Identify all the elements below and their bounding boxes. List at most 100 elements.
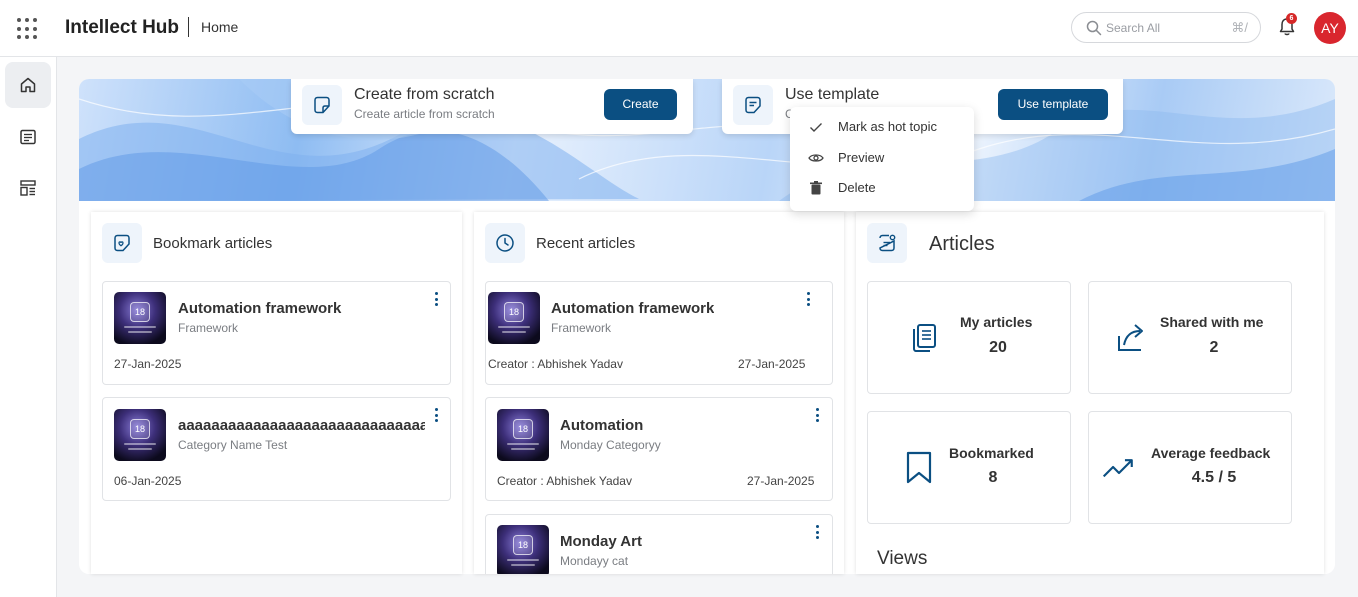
app-title: Intellect Hub	[65, 17, 180, 38]
create-from-scratch-card: Create from scratch Create article from …	[291, 79, 693, 134]
articles-panel-title: Articles	[929, 233, 995, 255]
article-thumbnail: 18	[114, 292, 166, 344]
hero-banner	[79, 79, 1335, 201]
article-title: Automation framework	[178, 300, 342, 317]
more-options-icon[interactable]	[433, 408, 439, 422]
stat-value: 4.5 / 5	[1191, 469, 1237, 486]
top-bar: Intellect Hub Home Search All ⌘/ 6 AY	[0, 0, 1358, 57]
template-title: Use template	[785, 86, 880, 103]
home-icon	[20, 77, 36, 93]
search-input[interactable]: Search All ⌘/	[1071, 12, 1261, 43]
menu-label-delete: Delete	[838, 180, 876, 195]
article-date: 27-Jan-2025	[747, 474, 815, 488]
stat-value: 2	[1209, 339, 1219, 356]
list-item[interactable]: 18 Automation framework Framework Creato…	[485, 281, 833, 385]
thumbnail-text: 18	[130, 419, 150, 439]
article-category: Framework	[178, 321, 239, 335]
clock-icon	[485, 223, 525, 263]
bookmark-note-icon	[102, 223, 142, 263]
create-title: Create from scratch	[354, 86, 495, 103]
context-menu: Mark as hot topic Preview Delete	[790, 107, 974, 211]
stat-label: Shared with me	[1160, 314, 1264, 330]
avatar[interactable]: AY	[1314, 12, 1346, 44]
stat-value: 20	[989, 339, 1007, 356]
trending-up-icon	[1102, 459, 1133, 478]
search-shortcut: ⌘/	[1231, 20, 1248, 35]
article-title: Automation	[560, 417, 644, 434]
template-icon	[733, 85, 773, 125]
views-heading: Views	[877, 548, 928, 569]
article-category: Framework	[551, 321, 612, 335]
list-item[interactable]: 18 Automation framework Framework 27-Jan…	[102, 281, 451, 385]
bookmark-panel-title: Bookmark articles	[153, 235, 273, 252]
documents-icon	[913, 324, 936, 352]
stat-card-shared-with-me[interactable]: Shared with me 2	[1088, 281, 1292, 394]
article-creator: Creator : Abhishek Yadav	[488, 357, 623, 371]
menu-item-delete[interactable]: Delete	[790, 173, 974, 203]
stat-label: My articles	[960, 314, 1033, 330]
use-template-button[interactable]: Use template	[998, 89, 1108, 120]
thumbnail-text: 18	[130, 302, 150, 322]
list-item[interactable]: 18 Automation Monday Categoryy Creator :…	[485, 397, 833, 501]
recent-panel-title: Recent articles	[536, 235, 636, 252]
trash-icon	[810, 181, 822, 195]
article-title: Automation framework	[551, 300, 715, 317]
stat-label: Average feedback	[1151, 445, 1271, 461]
article-creator: Creator : Abhishek Yadav	[497, 474, 632, 488]
article-date: 27-Jan-2025	[114, 357, 182, 371]
sidebar-item-home[interactable]	[5, 62, 51, 108]
notification-badge: 6	[1286, 13, 1297, 24]
app-launcher-icon[interactable]	[17, 18, 39, 40]
thumbnail-text: 18	[513, 419, 533, 439]
article-title: Monday Art	[560, 533, 642, 550]
article-date: 27-Jan-2025	[738, 357, 806, 371]
dashboard-icon	[20, 180, 36, 196]
stat-value: 8	[988, 469, 998, 486]
wave-pattern	[79, 79, 1335, 201]
bookmark-articles-panel: Bookmark articles 18 Automation framewor…	[91, 212, 462, 574]
list-icon	[20, 129, 36, 145]
eye-icon	[808, 154, 824, 162]
note-icon	[302, 85, 342, 125]
menu-item-hot-topic[interactable]: Mark as hot topic	[790, 112, 974, 142]
list-item[interactable]: 18 Monday Art Mondayy cat	[485, 514, 833, 574]
recent-articles-panel: Recent articles 18 Automation framework …	[474, 212, 844, 574]
stat-card-my-articles[interactable]: My articles 20	[867, 281, 1071, 394]
stat-card-bookmarked[interactable]: Bookmarked 8	[867, 411, 1071, 524]
article-thumbnail: 18	[497, 525, 549, 574]
more-options-icon[interactable]	[805, 292, 811, 306]
articles-panel: Articles My articles 20 Shared with me 2…	[856, 212, 1324, 574]
sidebar	[0, 57, 57, 597]
article-category: Monday Categoryy	[560, 438, 661, 452]
breadcrumb[interactable]: Home	[201, 19, 238, 35]
article-stats-icon	[867, 223, 907, 263]
sidebar-item-dashboard[interactable]	[5, 165, 51, 211]
article-title: aaaaaaaaaaaaaaaaaaaaaaaaaaaaaaaa	[178, 417, 425, 434]
article-category: Category Name Test	[178, 438, 288, 452]
create-button[interactable]: Create	[604, 89, 677, 120]
article-thumbnail: 18	[497, 409, 549, 461]
search-placeholder: Search All	[1106, 21, 1161, 35]
more-options-icon[interactable]	[814, 525, 820, 539]
title-divider	[188, 17, 189, 37]
stat-card-average-feedback[interactable]: Average feedback 4.5 / 5	[1088, 411, 1292, 524]
share-icon	[1118, 324, 1143, 351]
search-icon	[1086, 20, 1102, 36]
article-category: Mondayy cat	[560, 554, 629, 568]
create-subtitle: Create article from scratch	[354, 107, 495, 121]
check-icon	[810, 123, 822, 132]
bookmark-icon	[906, 451, 932, 484]
sidebar-item-articles[interactable]	[5, 114, 51, 160]
more-options-icon[interactable]	[814, 408, 820, 422]
article-date: 06-Jan-2025	[114, 474, 182, 488]
article-thumbnail: 18	[488, 292, 540, 344]
menu-label-hot-topic: Mark as hot topic	[838, 119, 937, 134]
menu-label-preview: Preview	[838, 150, 885, 165]
thumbnail-text: 18	[513, 535, 533, 555]
thumbnail-text: 18	[504, 302, 524, 322]
stat-label: Bookmarked	[949, 445, 1034, 461]
article-thumbnail: 18	[114, 409, 166, 461]
more-options-icon[interactable]	[433, 292, 439, 306]
menu-item-preview[interactable]: Preview	[790, 143, 974, 173]
list-item[interactable]: 18 aaaaaaaaaaaaaaaaaaaaaaaaaaaaaaaa Cate…	[102, 397, 451, 501]
